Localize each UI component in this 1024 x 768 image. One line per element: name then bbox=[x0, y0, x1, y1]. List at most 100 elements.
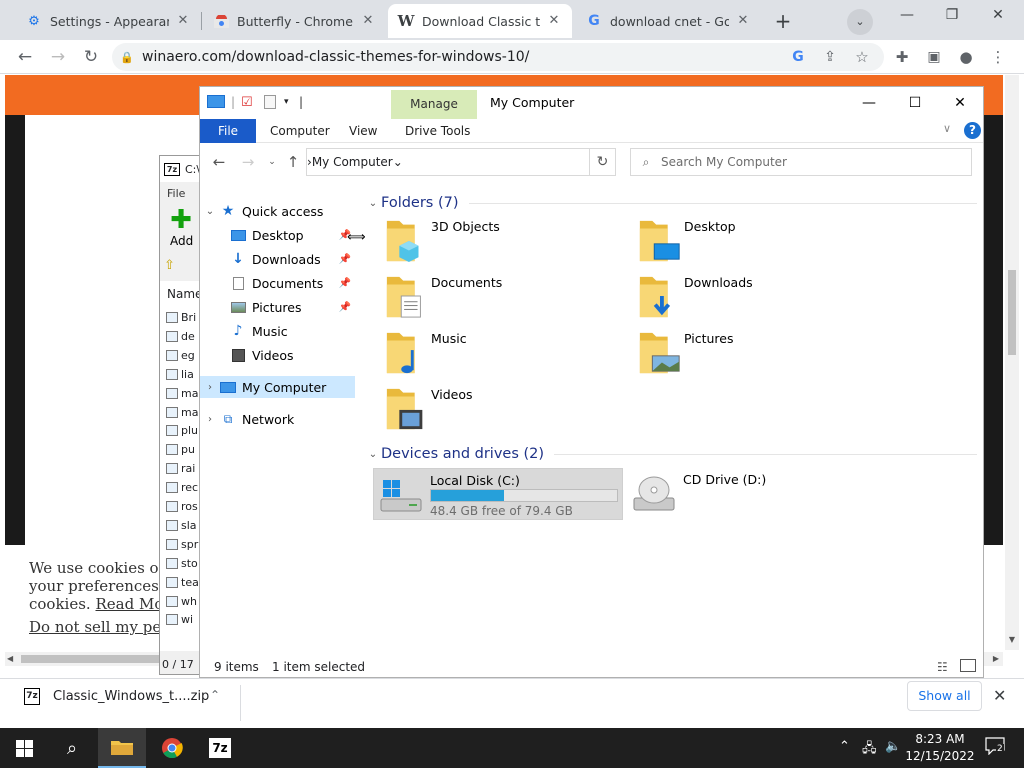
ribbon-tab-computer[interactable]: Computer bbox=[260, 119, 340, 143]
list-item[interactable]: rai bbox=[166, 459, 195, 478]
taskbar-clock[interactable]: 8:23 AM 12/15/2022 bbox=[905, 731, 975, 765]
nav-item-documents[interactable]: Documents 📌 bbox=[200, 272, 355, 294]
taskbar-chrome[interactable] bbox=[148, 728, 196, 768]
list-item[interactable]: sto bbox=[166, 554, 198, 573]
restore-button[interactable]: ❐ bbox=[932, 2, 972, 28]
expand-ribbon-chevron-icon[interactable]: ∨ bbox=[943, 122, 951, 135]
add-plus-icon[interactable]: ✚ bbox=[170, 207, 192, 233]
show-all-downloads-button[interactable]: Show all bbox=[907, 681, 982, 711]
download-item[interactable]: Classic_Windows_t....zip bbox=[53, 689, 209, 704]
nav-quick-access[interactable]: ⌄ ★ Quick access bbox=[200, 200, 355, 222]
folder-up-icon[interactable]: ⇧ bbox=[164, 258, 184, 276]
tab-download-classic-themes[interactable]: W Download Classic themes for Windows 10… bbox=[388, 4, 572, 38]
scrollbar-thumb[interactable] bbox=[21, 655, 161, 663]
nav-item-desktop[interactable]: Desktop 📌 bbox=[200, 224, 355, 246]
pin-icon[interactable]: 📌 bbox=[339, 302, 351, 313]
taskbar-search-icon[interactable]: ⌕ bbox=[48, 728, 96, 768]
forward-button[interactable]: → bbox=[238, 153, 258, 171]
drive-cd-d[interactable]: CD Drive (D:) bbox=[627, 468, 877, 520]
close-icon[interactable]: ✕ bbox=[360, 13, 376, 29]
page-vertical-scrollbar[interactable]: ▼ bbox=[1005, 75, 1019, 650]
chevron-down-icon[interactable]: ⌄ bbox=[365, 198, 381, 209]
tab-search-button[interactable]: ⌄ bbox=[847, 9, 873, 35]
scroll-right-arrow-icon[interactable]: ▶ bbox=[993, 652, 999, 666]
file-explorer-window[interactable]: | ☑ ▾ | Manage My Computer — ☐ ✕ File Co… bbox=[199, 86, 984, 678]
side-panel-icon[interactable]: ▣ bbox=[921, 44, 947, 70]
up-button[interactable]: ↑ bbox=[283, 153, 303, 171]
nav-my-computer[interactable]: › My Computer bbox=[200, 376, 355, 398]
reload-button[interactable]: ↻ bbox=[78, 44, 104, 70]
chrome-menu-icon[interactable]: ⋮ bbox=[985, 44, 1011, 70]
folder-pictures[interactable]: Pictures bbox=[638, 329, 878, 379]
chevron-down-icon[interactable]: ⌄ bbox=[393, 155, 403, 169]
tab-butterfly[interactable]: Butterfly - Chrome Web Store ✕ bbox=[203, 4, 386, 38]
list-item[interactable]: wi bbox=[166, 610, 193, 629]
new-tab-button[interactable]: + bbox=[770, 8, 796, 34]
folder-downloads[interactable]: Downloads bbox=[638, 273, 878, 323]
column-header-name[interactable]: Name bbox=[167, 287, 200, 301]
show-hidden-icons-chevron-icon[interactable]: ⌃ bbox=[839, 739, 850, 754]
list-item[interactable]: rec bbox=[166, 478, 198, 497]
profile-avatar-icon[interactable]: ● bbox=[953, 44, 979, 70]
folder-music[interactable]: Music bbox=[385, 329, 625, 379]
chevron-right-icon[interactable]: › bbox=[200, 414, 220, 425]
bookmark-star-icon[interactable]: ☆ bbox=[849, 44, 875, 70]
nav-item-videos[interactable]: Videos bbox=[200, 344, 355, 366]
list-item[interactable]: de bbox=[166, 327, 195, 346]
notification-center-button[interactable]: 2 bbox=[985, 737, 1007, 757]
forward-button[interactable]: → bbox=[45, 44, 71, 70]
list-item[interactable]: tea bbox=[166, 573, 199, 592]
scrollbar-thumb[interactable] bbox=[1008, 270, 1016, 355]
back-button[interactable]: ← bbox=[12, 44, 38, 70]
taskbar-file-explorer[interactable] bbox=[98, 728, 146, 768]
refresh-button[interactable]: ↻ bbox=[590, 148, 616, 176]
list-item[interactable]: lia bbox=[166, 365, 194, 384]
minimize-button[interactable]: — bbox=[887, 2, 927, 28]
pin-icon[interactable]: 📌 bbox=[339, 278, 351, 289]
explorer-address-bar[interactable]: › My Computer ⌄ bbox=[306, 148, 590, 176]
folder-3d-objects[interactable]: 3D Objects bbox=[385, 217, 625, 267]
close-icon[interactable]: ✕ bbox=[175, 13, 191, 29]
folder-videos[interactable]: Videos bbox=[385, 385, 625, 435]
address-bar[interactable]: 🔒 winaero.com/download-classic-themes-fo… bbox=[112, 43, 884, 71]
nav-item-music[interactable]: ♪ Music bbox=[200, 320, 355, 342]
google-lens-icon[interactable]: G bbox=[785, 44, 811, 70]
maximize-button[interactable]: ☐ bbox=[892, 91, 938, 115]
sevenzip-menu-file[interactable]: File bbox=[167, 187, 185, 200]
taskbar-7zip[interactable]: 7z bbox=[196, 728, 244, 768]
nav-item-pictures[interactable]: Pictures 📌 bbox=[200, 296, 355, 318]
customize-quick-access-icon[interactable]: ▾ bbox=[284, 97, 289, 113]
start-button[interactable] bbox=[0, 728, 48, 768]
list-item[interactable]: ma bbox=[166, 403, 198, 422]
sevenzip-title-bar[interactable]: 7z C:\ bbox=[160, 156, 200, 182]
list-item[interactable]: pu bbox=[166, 440, 195, 459]
folder-documents[interactable]: Documents bbox=[385, 273, 625, 323]
scroll-left-arrow-icon[interactable]: ◀ bbox=[7, 652, 13, 666]
ribbon-tab-view[interactable]: View bbox=[339, 119, 387, 143]
close-icon[interactable]: ✕ bbox=[993, 686, 1006, 705]
ribbon-tab-file[interactable]: File bbox=[200, 119, 256, 143]
chevron-down-icon[interactable]: ⌄ bbox=[365, 449, 381, 460]
list-item[interactable]: wh bbox=[166, 592, 197, 611]
tab-settings-appearance[interactable]: ⚙ Settings - Appearance ✕ bbox=[16, 4, 201, 38]
new-folder-icon[interactable] bbox=[264, 95, 276, 109]
folders-group-header[interactable]: ⌄ Folders (7) bbox=[365, 193, 977, 213]
scroll-down-arrow-icon[interactable]: ▼ bbox=[1005, 635, 1019, 647]
drive-local-disk-c[interactable]: Local Disk (C:) 48.4 GB free of 79.4 GB bbox=[373, 468, 623, 520]
list-item[interactable]: Bri bbox=[166, 308, 196, 327]
properties-icon[interactable]: ☑ bbox=[241, 95, 253, 111]
close-window-button[interactable]: ✕ bbox=[978, 2, 1018, 28]
close-icon[interactable]: ✕ bbox=[735, 13, 751, 29]
sevenzip-file-list[interactable]: Name Bri de eg lia ma ma plu pu rai rec ros sla spr s… bbox=[160, 281, 200, 651]
network-tray-icon[interactable]: 🖧 bbox=[862, 739, 877, 761]
pin-icon[interactable]: 📌 bbox=[339, 254, 351, 265]
list-item[interactable]: plu bbox=[166, 421, 198, 440]
close-icon[interactable]: ✕ bbox=[546, 13, 562, 29]
drives-group-header[interactable]: ⌄ Devices and drives (2) bbox=[365, 444, 977, 464]
ribbon-tab-drive-tools[interactable]: Drive Tools bbox=[395, 119, 480, 143]
chevron-right-icon[interactable]: › bbox=[200, 382, 220, 393]
list-item[interactable]: sla bbox=[166, 516, 197, 535]
back-button[interactable]: ← bbox=[209, 153, 229, 171]
close-window-button[interactable]: ✕ bbox=[937, 91, 983, 115]
chevron-down-icon[interactable]: ⌄ bbox=[200, 206, 220, 217]
